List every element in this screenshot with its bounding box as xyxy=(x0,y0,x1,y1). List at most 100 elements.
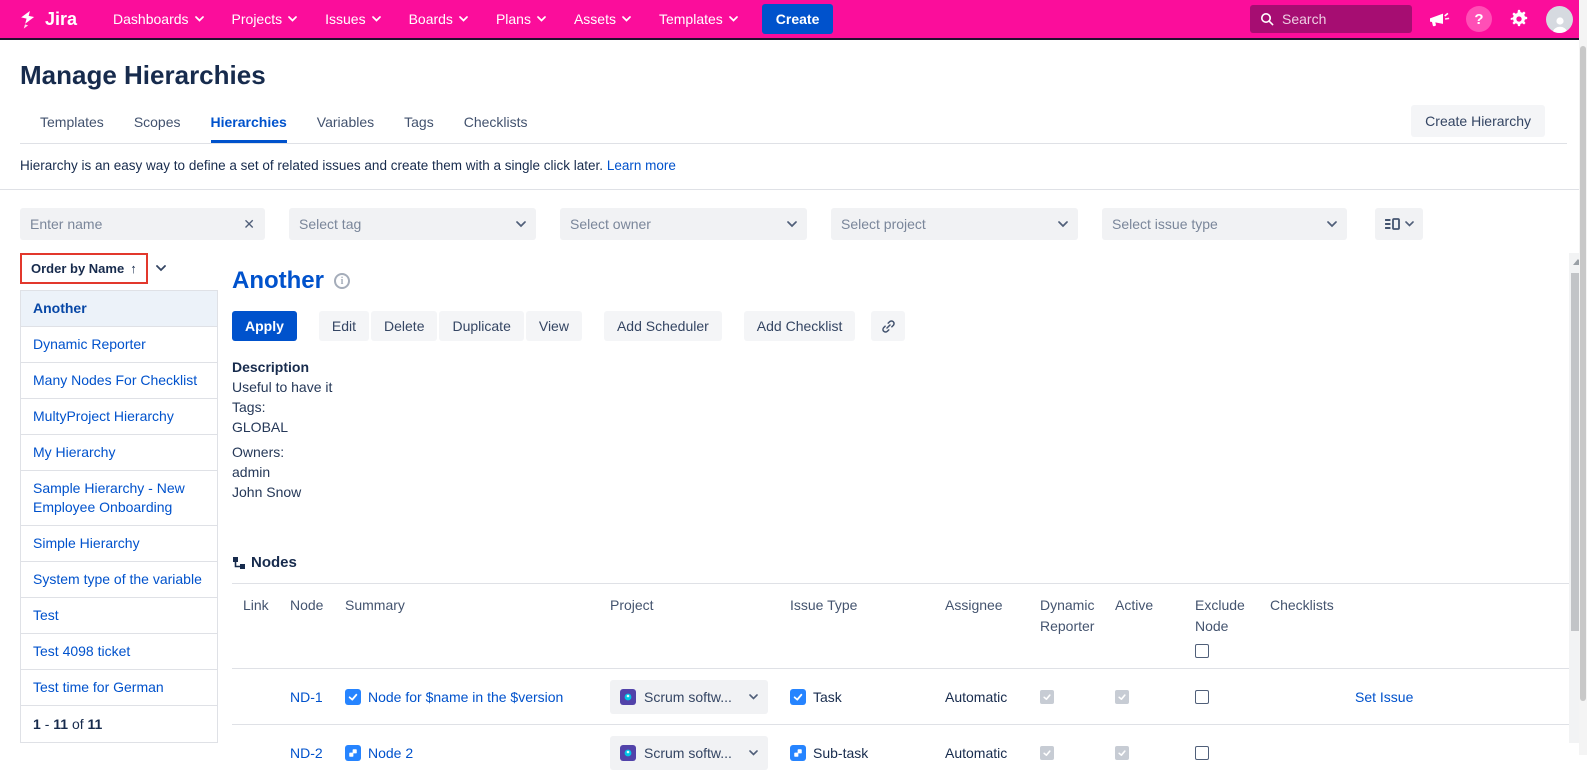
subtask-icon xyxy=(345,744,361,761)
chevron-down-icon xyxy=(537,16,546,22)
gear-icon[interactable] xyxy=(1508,8,1530,30)
exclude-node-label: Exclude Node xyxy=(1195,597,1245,634)
duplicate-button[interactable]: Duplicate xyxy=(439,311,524,341)
apply-button[interactable]: Apply xyxy=(232,311,297,341)
list-item-many-nodes-for-checklist[interactable]: Many Nodes For Checklist xyxy=(21,363,217,399)
learn-more-link[interactable]: Learn more xyxy=(607,158,676,173)
nav-item-plans[interactable]: Plans xyxy=(486,5,556,33)
sort-up-arrow-icon: ↑ xyxy=(130,261,137,276)
exclude-node-checkbox[interactable] xyxy=(1195,745,1209,760)
chevron-down-icon xyxy=(728,16,738,22)
set-issue-link[interactable]: Set Issue xyxy=(1355,689,1413,705)
list-item-test-4098-ticket[interactable]: Test 4098 ticket xyxy=(21,634,217,670)
name-filter-input[interactable] xyxy=(30,216,220,232)
nav-item-projects[interactable]: Projects xyxy=(222,5,308,33)
megaphone-icon[interactable] xyxy=(1428,9,1450,29)
list-item-dynamic-reporter[interactable]: Dynamic Reporter xyxy=(21,327,217,363)
chevron-down-icon xyxy=(787,220,797,228)
nav-item-label: Assets xyxy=(573,11,616,27)
edit-button[interactable]: Edit xyxy=(318,311,370,341)
jira-logo[interactable]: Jira xyxy=(18,9,77,30)
window-scrollbar[interactable] xyxy=(1579,0,1587,755)
order-by-label: Order by Name xyxy=(31,261,125,276)
search-icon xyxy=(1260,12,1274,26)
tab-scopes[interactable]: Scopes xyxy=(134,106,181,142)
clear-icon[interactable]: ✕ xyxy=(243,216,255,233)
column-summary: Summary xyxy=(345,597,405,613)
exclude-node-select-all-checkbox[interactable] xyxy=(1195,644,1209,658)
create-button[interactable]: Create xyxy=(761,4,834,34)
hierarchy-actions: Apply Edit Delete Duplicate View Add Sch… xyxy=(232,311,1569,341)
nodes-table-header: Link Node Summary Project Issue Type Ass… xyxy=(232,583,1569,668)
list-item-my-hierarchy[interactable]: My Hierarchy xyxy=(21,435,217,471)
search-input[interactable] xyxy=(1282,11,1392,27)
list-item-multyproject-hierarchy[interactable]: MultyProject Hierarchy xyxy=(21,399,217,435)
copy-link-button[interactable] xyxy=(871,311,906,341)
tab-checklists[interactable]: Checklists xyxy=(464,106,528,142)
add-scheduler-button[interactable]: Add Scheduler xyxy=(603,311,722,341)
nav-item-assets[interactable]: Assets xyxy=(564,5,641,33)
owner-filter-placeholder: Select owner xyxy=(570,216,651,232)
view-button[interactable]: View xyxy=(525,311,582,341)
chevron-down-icon xyxy=(288,16,297,22)
nav-item-issues[interactable]: Issues xyxy=(315,5,390,33)
nav-item-templates[interactable]: Templates xyxy=(649,5,748,33)
tag-filter-placeholder: Select tag xyxy=(299,216,362,232)
page-total: 11 xyxy=(87,716,103,732)
info-icon[interactable]: i xyxy=(334,273,350,289)
order-options-chevron-icon[interactable] xyxy=(155,265,166,272)
hierarchy-list: Another Dynamic Reporter Many Nodes For … xyxy=(20,290,218,743)
owner-filter-select[interactable]: Select owner xyxy=(560,208,807,240)
delete-button[interactable]: Delete xyxy=(371,311,438,341)
list-item-another[interactable]: Another xyxy=(21,291,217,327)
issue-type-filter-select[interactable]: Select issue type xyxy=(1102,208,1347,240)
node-key-link[interactable]: ND-2 xyxy=(290,745,323,761)
create-hierarchy-button[interactable]: Create Hierarchy xyxy=(1411,105,1545,137)
chevron-down-icon xyxy=(371,16,381,22)
project-select[interactable]: Scrum softw... xyxy=(610,679,768,714)
global-search[interactable] xyxy=(1250,5,1412,33)
tab-templates[interactable]: Templates xyxy=(40,106,104,142)
chevron-down-icon xyxy=(749,693,758,700)
nav-item-dashboards[interactable]: Dashboards xyxy=(103,5,214,33)
owner-value: admin xyxy=(232,464,271,480)
list-item-simple-hierarchy[interactable]: Simple Hierarchy xyxy=(21,526,217,562)
tab-hierarchies[interactable]: Hierarchies xyxy=(210,106,288,143)
user-avatar[interactable] xyxy=(1546,5,1573,33)
nav-item-label: Plans xyxy=(495,11,531,27)
nav-item-boards[interactable]: Boards xyxy=(399,5,478,33)
list-item-test-time-for-german[interactable]: Test time for German xyxy=(21,670,217,705)
description-block: Description Useful to have it Tags: GLOB… xyxy=(232,357,1569,502)
project-filter-select[interactable]: Select project xyxy=(831,208,1078,240)
window-scrollbar-thumb[interactable] xyxy=(1580,46,1586,701)
tab-variables[interactable]: Variables xyxy=(317,106,374,142)
owner-value: John Snow xyxy=(232,484,302,500)
node-key-link[interactable]: ND-1 xyxy=(290,689,323,705)
column-assignee: Assignee xyxy=(945,597,1003,613)
dynamic-reporter-checkbox xyxy=(1040,745,1054,760)
owners-label: Owners: xyxy=(232,444,285,460)
view-layout-toggle-button[interactable] xyxy=(1375,208,1423,240)
column-active: Active xyxy=(1115,597,1154,613)
nav-item-label: Issues xyxy=(325,11,366,27)
list-item-test[interactable]: Test xyxy=(21,598,217,634)
content-area: Order by Name ↑ Another Dynamic Reporter… xyxy=(0,253,1587,770)
filters-bar: ✕ Select tag Select owner Select project… xyxy=(0,190,1587,253)
help-icon[interactable]: ? xyxy=(1466,6,1492,32)
project-select-value: Scrum softw... xyxy=(644,688,732,705)
add-checklist-button[interactable]: Add Checklist xyxy=(743,311,856,341)
tabs-bar: Templates Scopes Hierarchies Variables T… xyxy=(20,105,1567,144)
node-summary-link[interactable]: Node for $name in the $version xyxy=(368,689,563,705)
list-item-system-type-of-the-variable[interactable]: System type of the variable xyxy=(21,562,217,598)
order-by-name-button[interactable]: Order by Name ↑ xyxy=(20,253,148,284)
tab-tags[interactable]: Tags xyxy=(404,106,434,142)
project-avatar-icon xyxy=(620,688,636,705)
list-item-sample-hierarchy[interactable]: Sample Hierarchy - New Employee Onboardi… xyxy=(21,471,217,526)
tag-filter-select[interactable]: Select tag xyxy=(289,208,536,240)
project-select-value: Scrum softw... xyxy=(644,744,732,761)
jira-logo-icon xyxy=(18,9,39,30)
exclude-node-checkbox[interactable] xyxy=(1195,689,1209,704)
node-summary-link[interactable]: Node 2 xyxy=(368,745,413,761)
page-of-label: of xyxy=(71,716,84,732)
project-select[interactable]: Scrum softw... xyxy=(610,735,768,770)
